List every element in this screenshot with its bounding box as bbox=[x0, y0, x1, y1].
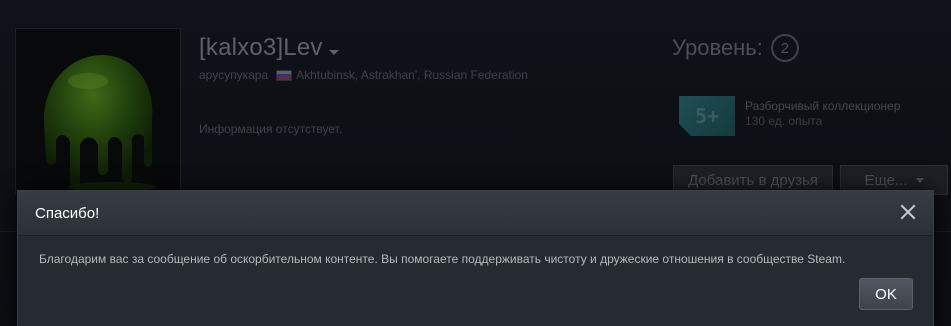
russia-flag-icon bbox=[276, 69, 293, 81]
badge-icon-text: 5+ bbox=[694, 104, 720, 128]
steam-profile-page: [kalxo3]Lev арусупукара Akhtubinsk, Astr… bbox=[0, 0, 951, 326]
more-label: Еще... bbox=[864, 171, 908, 189]
badge-name: Разборчивый коллекционер bbox=[745, 99, 901, 113]
thanks-dialog: Спасибо! Благодарим вас за сообщение об … bbox=[17, 190, 934, 326]
badge-icon: 5+ bbox=[679, 96, 735, 136]
avatar-image bbox=[16, 29, 180, 193]
ok-label: OK bbox=[875, 285, 897, 303]
avatar[interactable] bbox=[15, 28, 181, 194]
level-badge[interactable]: 2 bbox=[770, 34, 799, 62]
real-name-location: арусупукара Akhtubinsk, Astrakhan', Russ… bbox=[199, 68, 528, 82]
persona-name-row[interactable]: [kalxo3]Lev bbox=[199, 34, 339, 62]
persona-name: [kalxo3]Lev bbox=[199, 34, 323, 61]
dialog-title: Спасибо! bbox=[35, 205, 100, 222]
close-icon[interactable] bbox=[899, 203, 917, 221]
badge-xp: 130 ед. опыта bbox=[745, 114, 823, 128]
dialog-message: Благодарим вас за сообщение об оскорбите… bbox=[39, 252, 846, 266]
profile-summary: Информация отсутствует. bbox=[199, 122, 343, 136]
real-name: арусупукара bbox=[199, 68, 269, 82]
chevron-down-icon[interactable] bbox=[328, 49, 339, 55]
chevron-down-icon bbox=[915, 177, 924, 183]
badge-info: Разборчивый коллекционер 130 ед. опыта bbox=[745, 99, 900, 128]
level-label: Уровень: bbox=[672, 35, 763, 60]
location: Akhtubinsk, Astrakhan', Russian Federati… bbox=[296, 68, 528, 82]
featured-badge[interactable]: 5+ Разборчивый коллекционер 130 ед. опыт… bbox=[679, 96, 900, 136]
level-row: Уровень: 2 bbox=[672, 34, 799, 62]
dialog-header: Спасибо! bbox=[18, 191, 933, 236]
add-friend-label: Добавить в друзья bbox=[688, 171, 818, 189]
ok-button[interactable]: OK bbox=[859, 278, 913, 310]
